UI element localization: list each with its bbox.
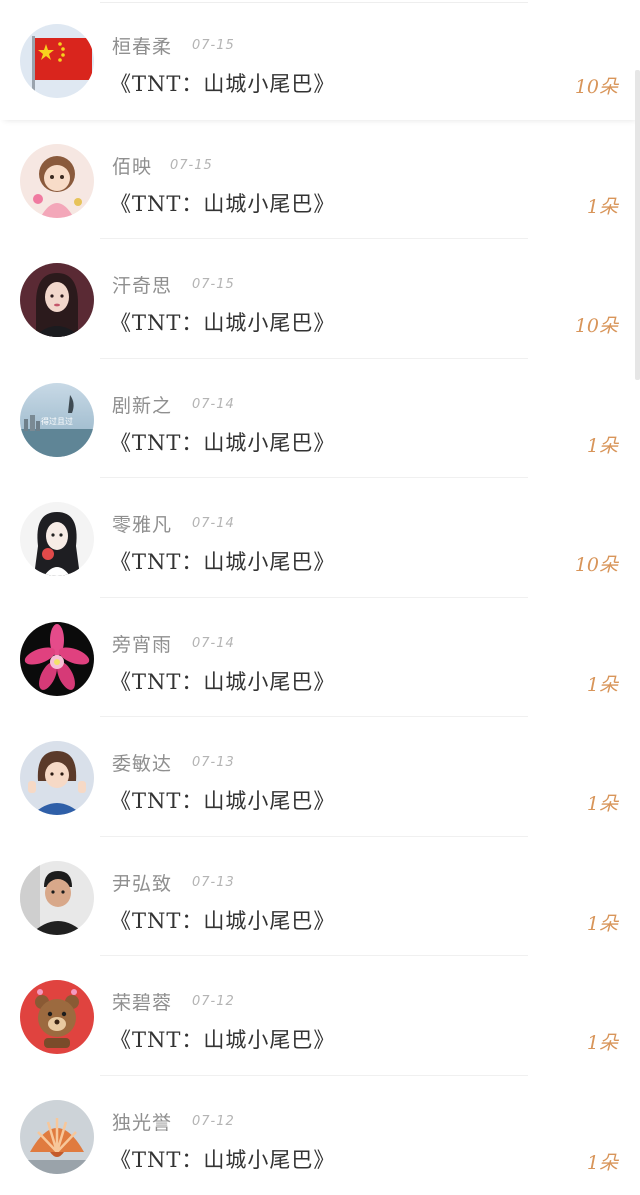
woman-portrait-icon	[20, 263, 94, 337]
list-item[interactable]: 独光誉 07-12 《TNT：山城小尾巴》 1朵	[0, 1076, 640, 1195]
list-item[interactable]: 汗奇思 07-15 《TNT：山城小尾巴》 10朵	[0, 239, 640, 359]
pink-flower-icon	[20, 622, 94, 696]
sender-name: 佰映	[112, 152, 152, 179]
send-date: 07-14	[192, 516, 235, 531]
book-title: 《TNT：山城小尾巴》	[110, 68, 335, 98]
send-date: 07-15	[192, 277, 235, 292]
send-date: 07-12	[192, 1114, 235, 1129]
list-item[interactable]: 旁宵雨 07-14 《TNT：山城小尾巴》 1朵	[0, 598, 640, 718]
book-title: 《TNT：山城小尾巴》	[110, 666, 335, 696]
scrollbar[interactable]	[635, 70, 640, 380]
list-item[interactable]: 荣碧蓉 07-12 《TNT：山城小尾巴》 1朵	[0, 956, 640, 1076]
girl-selfie-icon	[20, 741, 94, 815]
send-date: 07-15	[192, 38, 235, 53]
flower-count: 10朵	[575, 311, 618, 338]
avatar[interactable]	[20, 24, 94, 98]
flower-count: 1朵	[587, 1028, 618, 1055]
avatar[interactable]	[20, 144, 94, 218]
book-title: 《TNT：山城小尾巴》	[110, 785, 335, 815]
flower-count: 1朵	[587, 909, 618, 936]
seashell-icon	[20, 1100, 94, 1174]
avatar[interactable]	[20, 502, 94, 576]
seaside-scene-icon: 得过且过	[20, 383, 94, 457]
send-date: 07-13	[192, 755, 235, 770]
sender-name: 独光誉	[112, 1108, 172, 1135]
send-date: 07-14	[192, 636, 235, 651]
cartoon-girl-icon	[20, 144, 94, 218]
book-title: 《TNT：山城小尾巴》	[110, 188, 335, 218]
book-title: 《TNT：山城小尾巴》	[110, 427, 335, 457]
flower-count: 10朵	[575, 550, 618, 577]
book-title: 《TNT：山城小尾巴》	[110, 905, 335, 935]
sender-name: 汗奇思	[112, 271, 172, 298]
china-flag-icon	[20, 24, 94, 98]
flower-count: 1朵	[587, 431, 618, 458]
anime-girl-icon	[20, 502, 94, 576]
sender-name: 尹弘致	[112, 869, 172, 896]
man-portrait-icon	[20, 861, 94, 935]
sender-name: 荣碧蓉	[112, 988, 172, 1015]
avatar[interactable]	[20, 980, 94, 1054]
avatar[interactable]	[20, 263, 94, 337]
send-date: 07-14	[192, 397, 235, 412]
avatar-caption: 得过且过	[41, 416, 73, 426]
list-item[interactable]: 委敏达 07-13 《TNT：山城小尾巴》 1朵	[0, 717, 640, 837]
flower-count: 1朵	[587, 789, 618, 816]
book-title: 《TNT：山城小尾巴》	[110, 307, 335, 337]
book-title: 《TNT：山城小尾巴》	[110, 1024, 335, 1054]
avatar[interactable]	[20, 622, 94, 696]
avatar[interactable]	[20, 861, 94, 935]
send-date: 07-13	[192, 875, 235, 890]
list-item[interactable]: 桓春柔 07-15 《TNT：山城小尾巴》 10朵	[0, 0, 640, 120]
flower-gift-list[interactable]: 桓春柔 07-15 《TNT：山城小尾巴》 10朵 佰映 07-15 《TNT：…	[0, 0, 640, 1195]
list-item[interactable]: 零雅凡 07-14 《TNT：山城小尾巴》 10朵	[0, 478, 640, 598]
flower-count: 1朵	[587, 670, 618, 697]
sender-name: 桓春柔	[112, 32, 172, 59]
list-item[interactable]: 得过且过 剧新之 07-14 《TNT：山城小尾巴》 1朵	[0, 359, 640, 479]
avatar[interactable]: 得过且过	[20, 383, 94, 457]
sender-name: 剧新之	[112, 391, 172, 418]
send-date: 07-12	[192, 994, 235, 1009]
send-date: 07-15	[170, 158, 213, 173]
book-title: 《TNT：山城小尾巴》	[110, 546, 335, 576]
sender-name: 旁宵雨	[112, 630, 172, 657]
book-title: 《TNT：山城小尾巴》	[110, 1144, 335, 1174]
sender-name: 委敏达	[112, 749, 172, 776]
avatar[interactable]	[20, 1100, 94, 1174]
flower-count: 1朵	[587, 192, 618, 219]
list-item[interactable]: 佰映 07-15 《TNT：山城小尾巴》 1朵	[0, 120, 640, 240]
cartoon-bear-icon	[20, 980, 94, 1054]
flower-count: 10朵	[575, 72, 618, 99]
list-item[interactable]: 尹弘致 07-13 《TNT：山城小尾巴》 1朵	[0, 837, 640, 957]
sender-name: 零雅凡	[112, 510, 172, 537]
avatar[interactable]	[20, 741, 94, 815]
flower-count: 1朵	[587, 1148, 618, 1175]
